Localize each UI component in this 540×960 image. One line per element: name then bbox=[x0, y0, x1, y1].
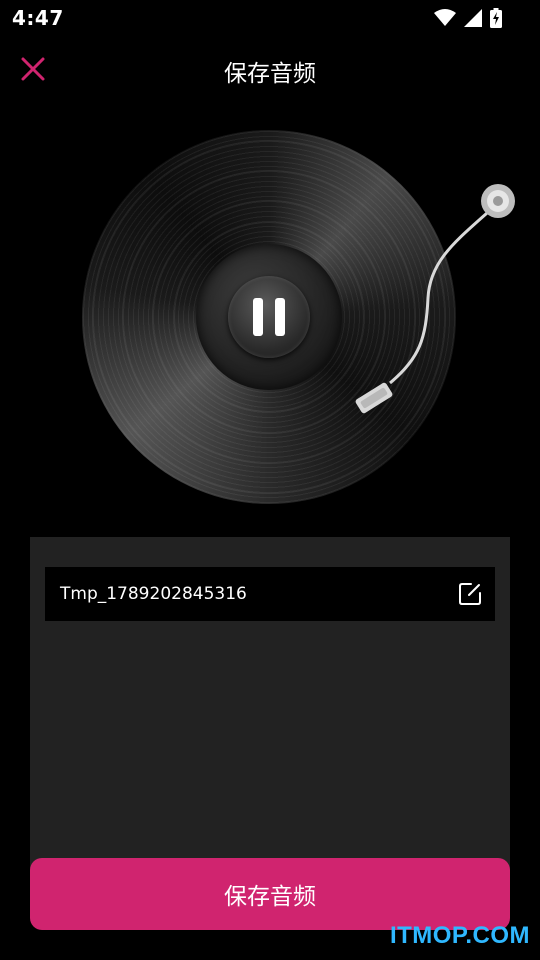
tonearm-pivot bbox=[481, 184, 515, 218]
header: 保存音频 bbox=[0, 40, 540, 98]
wifi-icon bbox=[434, 9, 456, 26]
tonearm-headshell bbox=[355, 382, 393, 414]
battery-charging-icon bbox=[490, 8, 502, 28]
edit-icon bbox=[459, 583, 481, 605]
status-bar: 4:47 bbox=[0, 0, 540, 36]
filename-text: Tmp_1789202845316 bbox=[60, 584, 247, 604]
filename-field[interactable]: Tmp_1789202845316 bbox=[45, 567, 495, 621]
page-title: 保存音频 bbox=[224, 61, 316, 87]
tonearm bbox=[355, 184, 515, 414]
turntable bbox=[60, 118, 530, 528]
save-audio-button[interactable]: 保存音频 bbox=[30, 858, 510, 930]
edit-filename-button[interactable] bbox=[457, 581, 483, 607]
watermark: ITMOP.COM bbox=[389, 922, 530, 949]
status-icons bbox=[434, 7, 502, 29]
signal-icon bbox=[464, 9, 482, 27]
status-time: 4:47 bbox=[12, 6, 64, 30]
file-panel: Tmp_1789202845316 bbox=[30, 537, 510, 877]
